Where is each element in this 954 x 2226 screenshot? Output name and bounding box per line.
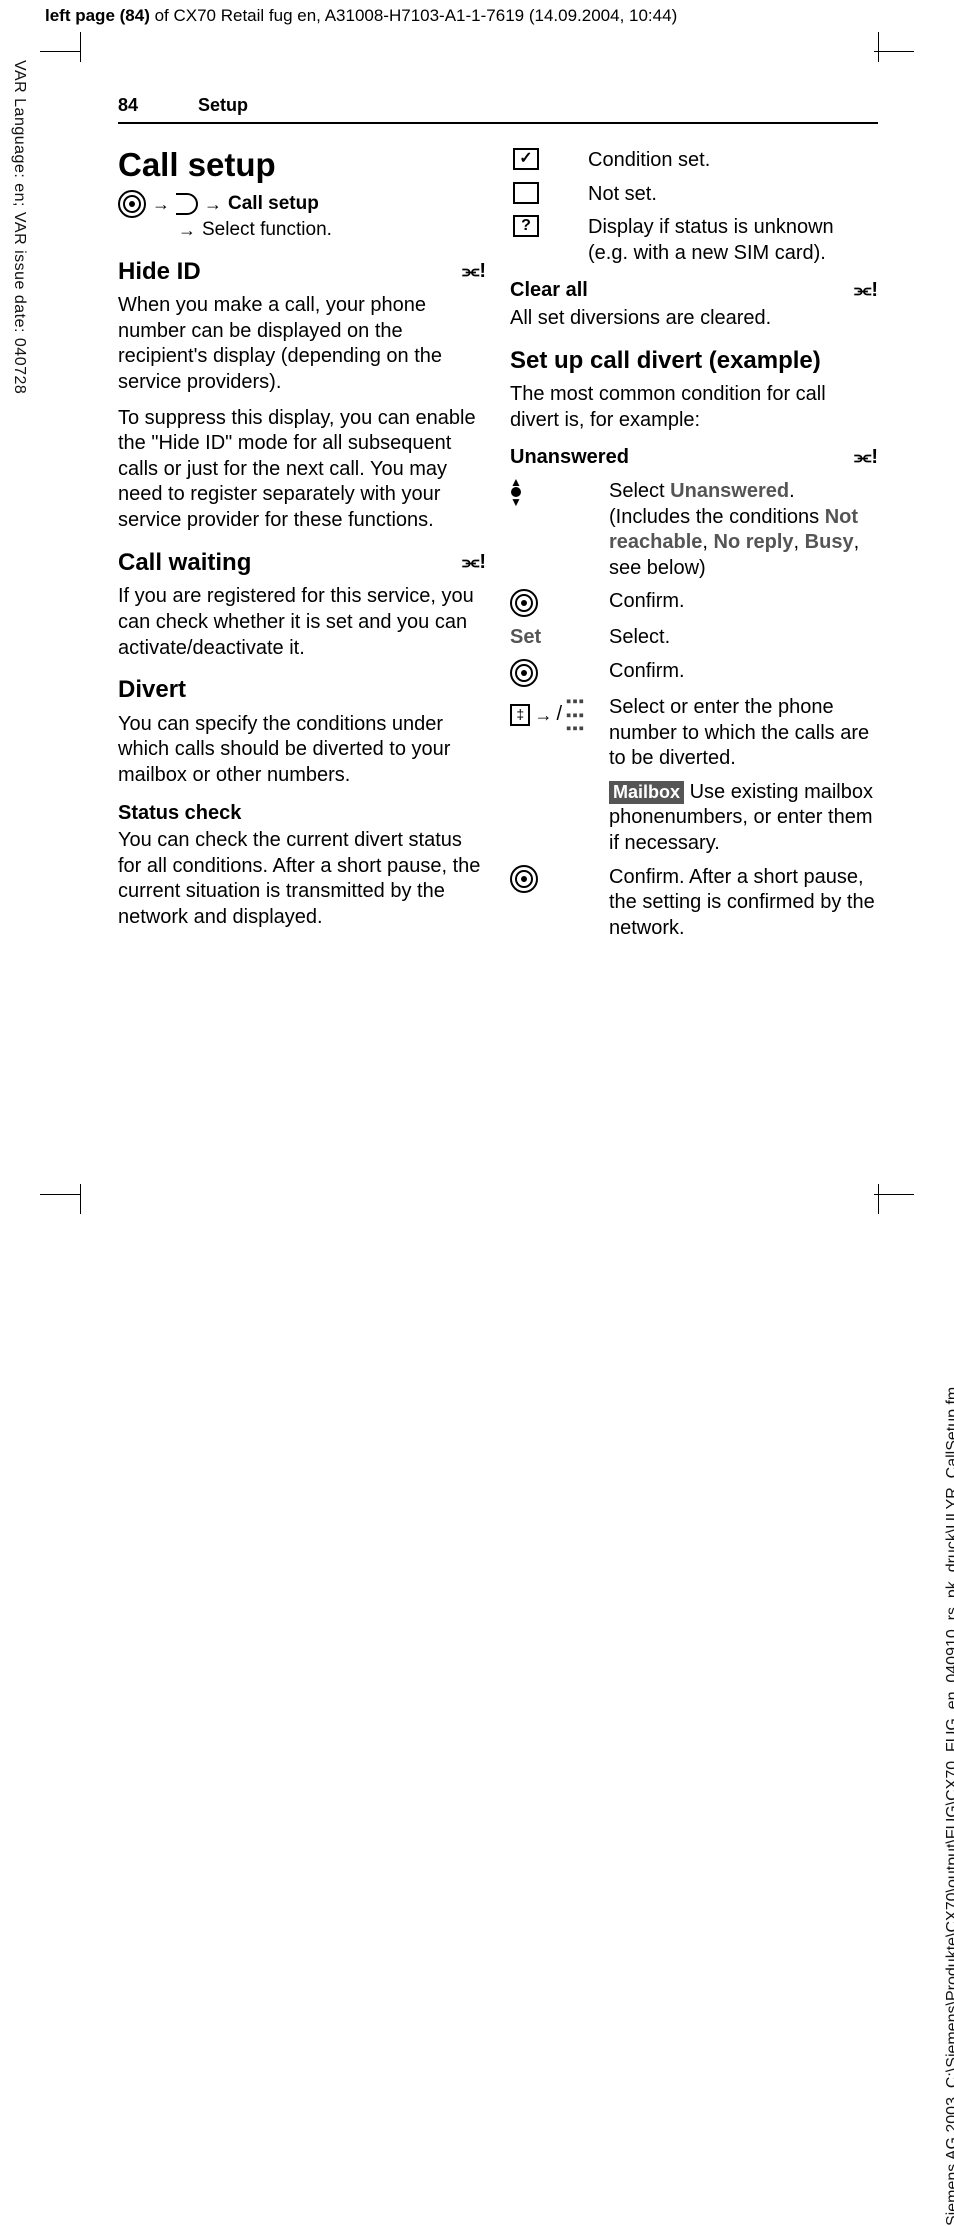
step-confirm-final: Confirm. After a short pause, the settin… bbox=[510, 865, 878, 942]
status-check-paragraph: You can check the current divert status … bbox=[118, 828, 486, 930]
checkbox-unknown-icon: ? bbox=[513, 215, 539, 237]
step-set-text: Select. bbox=[609, 625, 878, 651]
crop-mark bbox=[878, 1184, 879, 1214]
chapter-title: Setup bbox=[198, 95, 248, 116]
heading-setup-divert: Set up call divert (example) bbox=[510, 346, 878, 377]
nav-up-down-icon: ▲▼ bbox=[510, 479, 522, 505]
mailbox-badge: Mailbox bbox=[609, 781, 684, 804]
arrow-icon: → bbox=[534, 704, 552, 727]
heading-status-check: Status check bbox=[118, 801, 486, 827]
crop-mark bbox=[874, 1194, 914, 1195]
top-rest: of CX70 Retail fug en, A31008-H7103-A1-1… bbox=[150, 6, 677, 25]
softkey-set-label: Set bbox=[510, 625, 541, 651]
keypad-icon: ▪▪▪▪▪▪▪▪▪ bbox=[566, 695, 585, 736]
network-icon: ⫘! bbox=[462, 259, 486, 285]
step-confirm-final-text: Confirm. After a short pause, the settin… bbox=[609, 865, 878, 942]
center-key-icon bbox=[510, 865, 538, 893]
heading-clear-all-text: Clear all bbox=[510, 278, 588, 304]
nav-select-function: Select function. bbox=[202, 218, 332, 242]
checkbox-empty-icon bbox=[513, 182, 539, 204]
step-enter-number-text: Select or enter the phone number to whic… bbox=[609, 695, 878, 772]
network-icon: ⫘! bbox=[854, 445, 878, 471]
heading-call-setup: Call setup bbox=[118, 144, 486, 186]
phonebook-key-icon: ‡ bbox=[510, 704, 530, 726]
print-metadata-right: Siemens AG 2003, C:\Siemens\Produkte\CX7… bbox=[944, 1226, 954, 2226]
right-column: ✓ Condition set. Not set. ? Display if s… bbox=[510, 144, 878, 949]
arrow-icon: → bbox=[152, 193, 170, 216]
clear-all-paragraph: All set diversions are cleared. bbox=[510, 306, 878, 332]
center-key-icon bbox=[510, 589, 538, 617]
heading-status-check-text: Status check bbox=[118, 801, 241, 827]
crop-mark bbox=[80, 32, 81, 62]
heading-hide-id-text: Hide ID bbox=[118, 257, 201, 288]
checkbox-checked-icon: ✓ bbox=[513, 148, 539, 170]
crop-mark bbox=[874, 51, 914, 52]
nav-sub: → Select function. bbox=[178, 218, 486, 242]
heading-call-waiting: Call waiting ⫘! bbox=[118, 548, 486, 579]
heading-clear-all: Clear all ⫘! bbox=[510, 278, 878, 304]
arrow-icon: → bbox=[204, 193, 222, 216]
network-icon: ⫘! bbox=[462, 550, 486, 576]
setup-divert-paragraph: The most common condition for call diver… bbox=[510, 382, 878, 433]
crop-mark bbox=[80, 1184, 81, 1214]
arrow-icon: → bbox=[178, 219, 196, 242]
step-set: Set Select. bbox=[510, 625, 878, 651]
status-condition-set: Condition set. bbox=[588, 148, 878, 174]
crop-mark bbox=[40, 51, 80, 52]
step-confirm-2-text: Confirm. bbox=[609, 659, 878, 685]
heading-divert: Divert bbox=[118, 675, 486, 706]
heading-unanswered: Unanswered ⫘! bbox=[510, 445, 878, 471]
heading-hide-id: Hide ID ⫘! bbox=[118, 257, 486, 288]
settings-icon bbox=[176, 193, 198, 215]
status-unknown: Display if status is unknown (e.g. with … bbox=[588, 215, 878, 266]
hide-id-paragraph-2: To suppress this display, you can enable… bbox=[118, 406, 486, 534]
step-enter-number: ‡ →/ ▪▪▪▪▪▪▪▪▪ Select or enter the phone… bbox=[510, 695, 878, 772]
call-waiting-paragraph: If you are registered for this service, … bbox=[118, 584, 486, 661]
step-confirm-1: Confirm. bbox=[510, 589, 878, 617]
nav-call-setup-label: Call setup bbox=[228, 192, 319, 216]
page-header: 84 Setup bbox=[118, 95, 878, 124]
step-select-unanswered: ▲▼ Select Unanswered. (Includes the cond… bbox=[510, 479, 878, 581]
network-icon: ⫘! bbox=[854, 278, 878, 304]
page-number: 84 bbox=[118, 95, 158, 116]
hide-id-paragraph-1: When you make a call, your phone number … bbox=[118, 293, 486, 395]
print-metadata-left: VAR Language: en; VAR issue date: 040728 bbox=[10, 60, 28, 490]
top-bold: left page (84) bbox=[45, 6, 150, 25]
status-row-not-set: Not set. bbox=[510, 182, 878, 208]
status-not-set: Not set. bbox=[588, 182, 878, 208]
step-confirm-2: Confirm. bbox=[510, 659, 878, 687]
divert-paragraph: You can specify the conditions under whi… bbox=[118, 712, 486, 789]
status-row-unknown: ? Display if status is unknown (e.g. wit… bbox=[510, 215, 878, 266]
nav-breadcrumb: → → Call setup bbox=[118, 190, 486, 218]
heading-divert-text: Divert bbox=[118, 675, 186, 706]
print-metadata-top: left page (84) of CX70 Retail fug en, A3… bbox=[45, 6, 677, 26]
center-key-icon bbox=[510, 659, 538, 687]
heading-call-waiting-text: Call waiting bbox=[118, 548, 251, 579]
left-column: Call setup → → Call setup → Select funct… bbox=[118, 144, 486, 949]
heading-unanswered-text: Unanswered bbox=[510, 445, 629, 471]
center-key-icon bbox=[118, 190, 146, 218]
page-content: 84 Setup Call setup → → Call setup → Sel… bbox=[118, 95, 878, 949]
crop-mark bbox=[878, 32, 879, 62]
step-confirm-1-text: Confirm. bbox=[609, 589, 878, 615]
step-mailbox-text: Mailbox Use existing mailbox phonenumber… bbox=[609, 780, 878, 857]
crop-mark bbox=[40, 1194, 80, 1195]
heading-setup-divert-text: Set up call divert (example) bbox=[510, 346, 821, 377]
step-mailbox: Mailbox Use existing mailbox phonenumber… bbox=[510, 780, 878, 857]
status-row-condition-set: ✓ Condition set. bbox=[510, 148, 878, 174]
step-select-unanswered-text: Select Unanswered. (Includes the conditi… bbox=[609, 479, 878, 581]
